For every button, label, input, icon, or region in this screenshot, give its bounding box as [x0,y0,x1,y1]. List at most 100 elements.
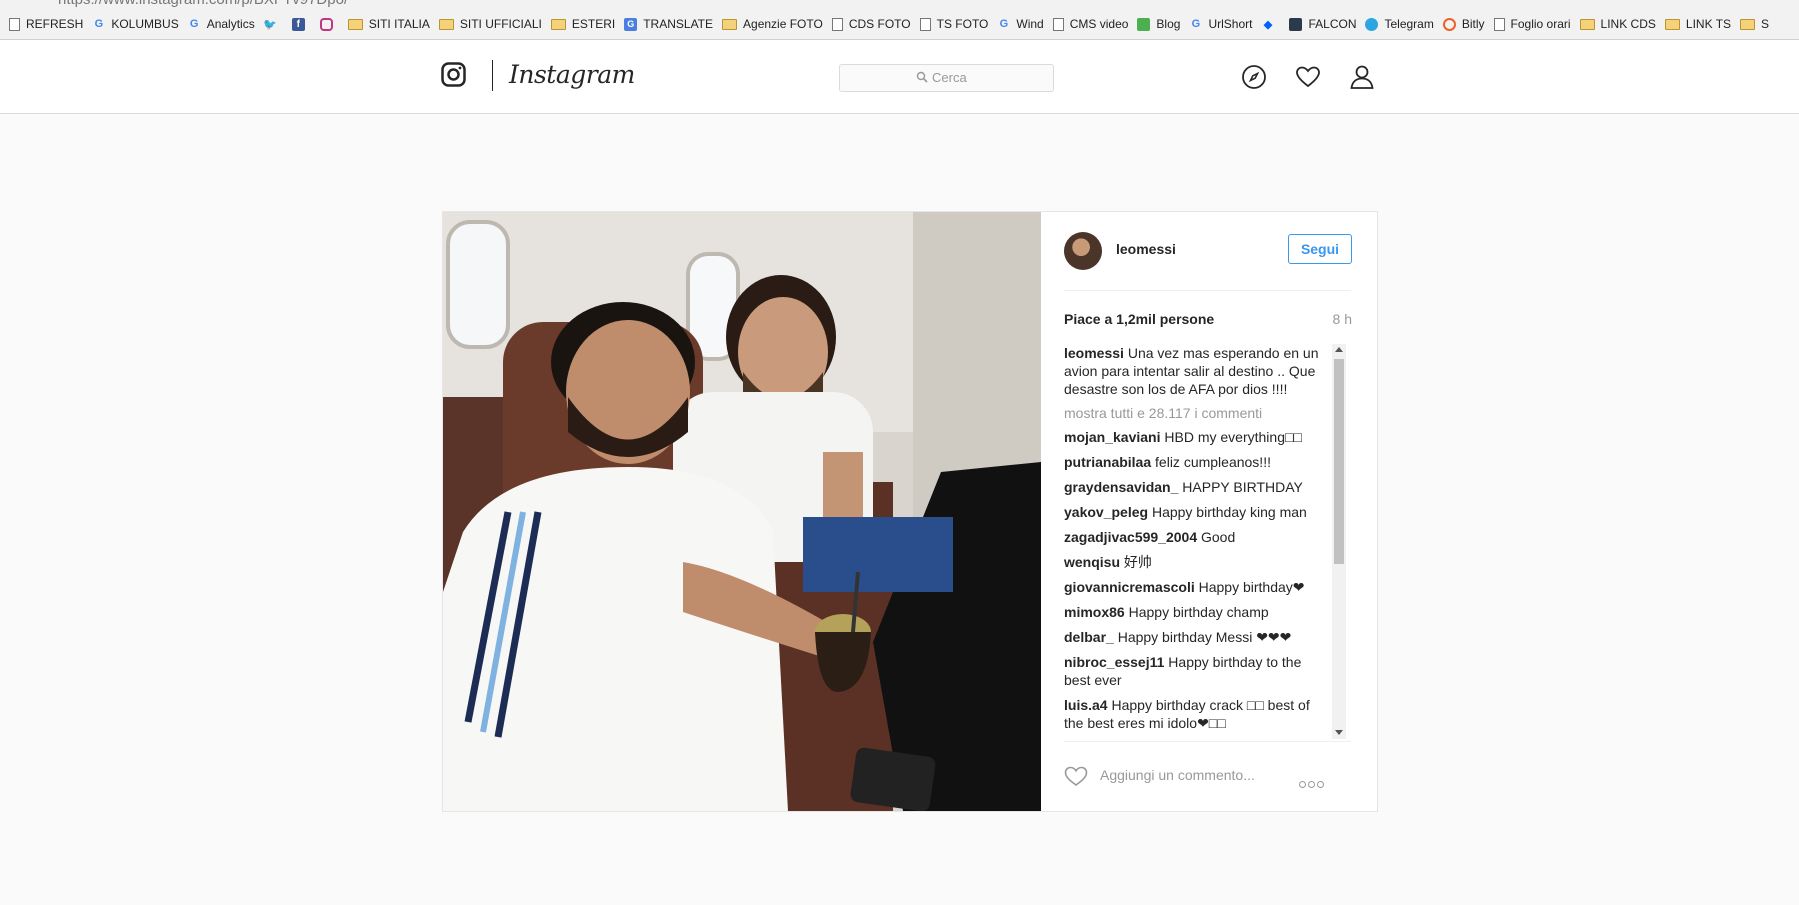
page-icon [919,17,931,31]
comment-username[interactable]: giovannicremascoli [1064,579,1195,595]
comment-text: HBD my everything□□ [1164,429,1302,445]
comment-text: Good [1201,529,1236,545]
comment-row: luis.a4 Happy birthday crack □□ best of … [1064,696,1327,732]
comment-username[interactable]: wenqisu [1064,554,1120,570]
heart-icon[interactable] [1295,64,1321,90]
bookmark-label: TRANSLATE [643,17,714,31]
bookmark-item[interactable]: CMS video [1052,17,1129,31]
comment-username[interactable]: luis.a4 [1064,697,1108,713]
tw-icon: 🐦 [263,18,278,31]
comment-row: giovannicremascoli Happy birthday❤ [1064,578,1327,596]
db-icon: ◆ [1263,18,1273,31]
url-suffix: /p/BXFTv97Dpo/ [237,0,348,8]
instagram-header: Instagram Cerca [0,40,1799,114]
tg-icon [1365,17,1379,31]
bookmark-item[interactable]: S [1740,17,1769,31]
instagram-camera-icon[interactable] [441,62,466,87]
bookmark-label: Telegram [1384,17,1434,31]
bookmark-item[interactable]: REFRESH [9,17,83,31]
bookmark-item[interactable]: TS FOTO [919,17,988,31]
comment-username[interactable]: zagadjivac599_2004 [1064,529,1197,545]
show-all-comments-link[interactable]: mostra tutti e 28.117 i commenti [1064,404,1327,422]
tr-icon: G [624,17,638,31]
post-caption: leomessi Una vez mas esperando en un avi… [1064,344,1327,398]
scroll-up-arrow[interactable] [1335,347,1343,352]
comment-username[interactable]: yakov_peleg [1064,504,1148,520]
address-url[interactable]: https://www.instagram.com/p/BXFTv97Dpo/ [58,0,348,8]
avatar[interactable] [1064,232,1102,270]
compass-icon[interactable] [1241,64,1267,90]
bookmark-label: LINK TS [1685,17,1732,31]
caption-username[interactable]: leomessi [1064,345,1124,361]
bookmark-item[interactable]: Foglio orari [1493,17,1571,31]
comment-text: Happy birthday❤ [1198,579,1305,595]
search-input[interactable]: Cerca [839,64,1054,92]
bookmark-item[interactable]: f [291,17,311,31]
comment-username[interactable]: graydensavidan_ [1064,479,1178,495]
bookmark-item[interactable]: G KOLUMBUS [92,17,179,31]
comment-username[interactable]: delbar_ [1064,629,1114,645]
bookmark-item[interactable]: FALCON [1289,17,1356,31]
bookmark-item[interactable]: LINK CDS [1579,17,1656,31]
bookmark-label: Foglio orari [1510,17,1571,31]
bookmark-item[interactable]: Blog [1137,17,1180,31]
bookmark-label: CDS FOTO [848,17,911,31]
bookmark-item[interactable]: G TRANSLATE [624,17,713,31]
instagram-wordmark[interactable]: Instagram [509,60,635,89]
post-time[interactable]: 8 h [1333,311,1352,327]
profile-icon[interactable] [1349,64,1375,90]
url-prefix: https://www.instagram.com [58,0,237,8]
comment-row: graydensavidan_ HAPPY BIRTHDAY [1064,478,1327,496]
divider [1064,290,1351,291]
add-comment-input[interactable]: Aggiungi un commento... [1100,767,1255,783]
bookmark-label: Blog [1156,17,1181,31]
comment-username[interactable]: mimox86 [1064,604,1125,620]
post-photo[interactable] [443,212,1041,811]
bookmark-label: ESTERI [571,17,616,31]
comment-text: feliz cumpleanos!!! [1155,454,1271,470]
bookmark-item[interactable]: ◆ [1261,18,1280,31]
folder-icon [1740,18,1756,30]
comment-username[interactable]: mojan_kaviani [1064,429,1161,445]
bookmark-label: CMS video [1069,17,1129,31]
bookmark-item[interactable]: Agenzie FOTO [722,17,823,31]
follow-button[interactable]: Segui [1288,234,1352,264]
bookmark-item[interactable]: LINK TS [1664,17,1732,31]
comments-scrollbar[interactable] [1332,344,1346,739]
bookmark-label: Analytics [206,17,255,31]
scroll-down-arrow[interactable] [1335,730,1343,735]
comment-text: Happy birthday king man [1151,504,1307,520]
scroll-thumb[interactable] [1334,359,1344,564]
bookmark-label: REFRESH [26,17,84,31]
bookmark-item[interactable]: SITI UFFICIALI [438,17,542,31]
folder-icon [438,18,454,30]
bookmark-item[interactable]: Bitly [1442,17,1485,31]
bookmark-item[interactable]: ESTERI [550,17,616,31]
comment-row: mojan_kaviani HBD my everything□□ [1064,428,1327,446]
like-heart-icon[interactable] [1064,765,1088,787]
comment-username[interactable]: putrianabilaa [1064,454,1151,470]
comments-list: leomessi Una vez mas esperando en un avi… [1064,344,1327,739]
bookmark-label: SITI UFFICIALI [459,17,542,31]
fal-icon [1289,17,1303,31]
bt-icon [1442,17,1456,31]
comment-row: mimox86 Happy birthday champ [1064,603,1327,621]
address-bar[interactable]: https://www.instagram.com/p/BXFTv97Dpo/ [0,0,1799,9]
likes-count[interactable]: Piace a 1,2mil persone [1064,311,1214,327]
bookmark-item[interactable]: CDS FOTO [831,17,911,31]
comment-username[interactable]: nibroc_essej11 [1064,654,1164,670]
post-username[interactable]: leomessi [1116,241,1176,257]
bookmark-item[interactable]: G UrlShort [1189,17,1253,31]
bookmark-item[interactable] [319,17,339,31]
bookmark-item[interactable]: 🐦 [263,18,283,31]
bookmark-item[interactable]: Telegram [1365,17,1434,31]
comment-text: HAPPY BIRTHDAY [1182,479,1303,495]
folder-icon [722,18,738,30]
more-options-icon[interactable] [1299,775,1326,793]
bookmark-label: Wind [1016,17,1044,31]
fb-icon: f [291,17,305,31]
bookmark-item[interactable]: SITI ITALIA [347,17,430,31]
bookmark-item[interactable]: G Analytics [188,17,255,31]
comment-text: Happy birthday champ [1128,604,1269,620]
bookmark-item[interactable]: G Wind [997,17,1044,31]
